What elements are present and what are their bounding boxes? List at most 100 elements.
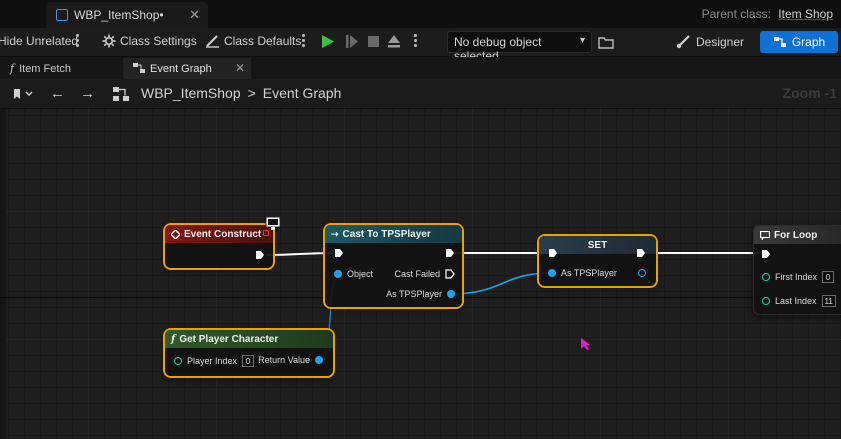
first-index-pin-row[interactable]: First Index 0: [762, 271, 835, 283]
as-player-output-pin[interactable]: [447, 290, 455, 298]
node-cast-title: Cast To TPSPlayer: [342, 228, 431, 240]
node-set-title: SET: [587, 239, 608, 251]
hide-unrelated-button[interactable]: Hide Unrelated: [0, 34, 78, 48]
cast-as-player-label: As TPSPlayer: [386, 289, 442, 299]
hide-unrelated-label: Hide Unrelated: [0, 34, 79, 48]
hide-unrelated-options-icon[interactable]: [75, 33, 79, 49]
exec-out-pin[interactable]: [445, 248, 455, 258]
toolbar: Hide Unrelated Class Settings Class Defa…: [0, 28, 841, 63]
close-tab-icon[interactable]: ✕: [189, 7, 200, 23]
parent-class-value[interactable]: Item Shop: [778, 7, 833, 21]
monitor-icon: [265, 216, 281, 230]
first-index-field[interactable]: 0: [822, 271, 835, 283]
class-defaults-label: Class Defaults: [224, 34, 302, 48]
graph-canvas[interactable]: Event Construct ⇢ Cast To TPSPlayer Obje…: [0, 109, 841, 439]
exec-in-pin[interactable]: [548, 248, 558, 258]
mouse-cursor-icon: [581, 338, 590, 350]
breadcrumb: WBP_ItemShop > Event Graph: [141, 85, 341, 101]
chevron-down-icon: ▾: [579, 35, 585, 46]
graph-icon: [113, 87, 129, 101]
node-set[interactable]: SET As TPSPlayer: [539, 236, 656, 286]
object-wire-cast-to-set: [448, 272, 553, 295]
set-output-pin[interactable]: [638, 269, 646, 277]
return-value-pin-row[interactable]: Return Value: [258, 355, 323, 365]
eject-icon[interactable]: [387, 34, 401, 49]
node-event-construct-header: Event Construct: [165, 225, 273, 243]
tab-item-fetch[interactable]: f Item Fetch: [0, 58, 118, 79]
function-icon: f: [171, 333, 176, 345]
class-settings-button[interactable]: Class Settings: [102, 34, 197, 48]
set-as-player-pin-row[interactable]: As TPSPlayer: [548, 268, 617, 278]
title-bar: WBP_ItemShop• ✕ Parent class: Item Shop: [0, 0, 841, 28]
close-tab-icon[interactable]: ✕: [235, 61, 245, 75]
cast-failed-exec-pin[interactable]: [445, 269, 455, 279]
designer-mode-button[interactable]: Designer: [668, 31, 752, 53]
play-icon[interactable]: [321, 34, 335, 49]
last-index-pin-row[interactable]: Last Index 11: [762, 295, 836, 307]
exec-out-pin[interactable]: [636, 248, 646, 258]
zoom-level: Zoom -1: [782, 85, 837, 101]
last-index-field[interactable]: 11: [821, 295, 836, 307]
parent-class: Parent class: Item Shop: [702, 7, 833, 21]
exec-in-pin[interactable]: [334, 248, 344, 258]
player-index-label: Player Index: [187, 356, 238, 366]
first-index-label: First Index: [775, 272, 818, 282]
node-cast-to-tpsplayer[interactable]: ⇢ Cast To TPSPlayer Object Cast Failed A…: [325, 225, 462, 307]
graph-tab-bar: f Item Fetch Event Graph ✕: [0, 57, 841, 79]
event-icon: [171, 229, 180, 239]
class-defaults-options-icon[interactable]: [301, 33, 305, 49]
exec-in-pin[interactable]: [761, 249, 771, 259]
step-icon[interactable]: [345, 34, 359, 49]
last-index-pin[interactable]: [762, 297, 770, 305]
graph-icon: [773, 37, 786, 47]
node-event-construct[interactable]: Event Construct: [165, 225, 273, 268]
node-cast-header: ⇢ Cast To TPSPlayer: [325, 225, 462, 243]
cast-object-pin-row[interactable]: Object: [334, 269, 373, 279]
return-value-label: Return Value: [258, 355, 310, 365]
player-index-pin-row[interactable]: Player Index 0: [174, 355, 255, 367]
return-value-pin[interactable]: [315, 356, 323, 364]
macro-icon: [760, 230, 770, 240]
tab-event-graph[interactable]: Event Graph ✕: [123, 58, 251, 79]
folder-icon[interactable]: [598, 36, 614, 49]
player-index-pin[interactable]: [174, 357, 182, 365]
cast-failed-pin-row[interactable]: Cast Failed: [394, 269, 455, 279]
cast-icon: ⇢: [331, 228, 339, 239]
breadcrumb-bar: ← → WBP_ItemShop > Event Graph Zoom -1: [0, 79, 841, 109]
play-options-icon[interactable]: [413, 33, 417, 49]
cast-failed-label: Cast Failed: [394, 269, 440, 279]
gear-icon: [102, 34, 116, 48]
graph-icon: [133, 63, 145, 73]
function-icon: f: [10, 62, 15, 75]
document-tab[interactable]: WBP_ItemShop• ✕: [46, 2, 208, 28]
brush-icon: [676, 35, 690, 49]
set-input-pin[interactable]: [548, 269, 556, 277]
blueprint-icon: [56, 9, 68, 21]
breadcrumb-separator: >: [247, 85, 256, 101]
graph-mode-label: Graph: [791, 35, 826, 49]
node-get-player-character[interactable]: f Get Player Character Player Index 0 Re…: [165, 330, 333, 376]
node-get-player-title: Get Player Character: [179, 333, 279, 345]
object-input-pin[interactable]: [334, 270, 342, 278]
forward-arrow-icon[interactable]: →: [80, 85, 95, 102]
node-get-player-header: f Get Player Character: [165, 330, 333, 348]
cast-object-label: Object: [347, 269, 374, 279]
breadcrumb-blueprint[interactable]: WBP_ItemShop: [141, 85, 241, 101]
tab-item-fetch-label: Item Fetch: [19, 62, 72, 75]
designer-mode-label: Designer: [695, 35, 745, 49]
class-defaults-button[interactable]: Class Defaults: [205, 34, 301, 48]
class-settings-label: Class Settings: [120, 34, 197, 48]
node-for-loop-title: For Loop: [774, 229, 818, 241]
first-index-pin[interactable]: [762, 273, 770, 281]
cast-as-player-pin-row[interactable]: As TPSPlayer: [386, 289, 455, 299]
stop-icon[interactable]: [367, 34, 380, 49]
back-arrow-icon[interactable]: ←: [50, 85, 65, 102]
exec-out-pin[interactable]: [255, 250, 265, 260]
node-for-loop[interactable]: For Loop First Index 0 Last Index 11: [753, 225, 841, 315]
document-tab-label: WBP_ItemShop•: [74, 8, 164, 22]
debug-object-select[interactable]: No debug object selected ▾: [447, 31, 592, 63]
bookmark-icon[interactable]: [12, 88, 34, 100]
graph-mode-button[interactable]: Graph: [760, 31, 838, 53]
player-index-field[interactable]: 0: [242, 355, 255, 367]
breadcrumb-graph[interactable]: Event Graph: [263, 85, 342, 101]
